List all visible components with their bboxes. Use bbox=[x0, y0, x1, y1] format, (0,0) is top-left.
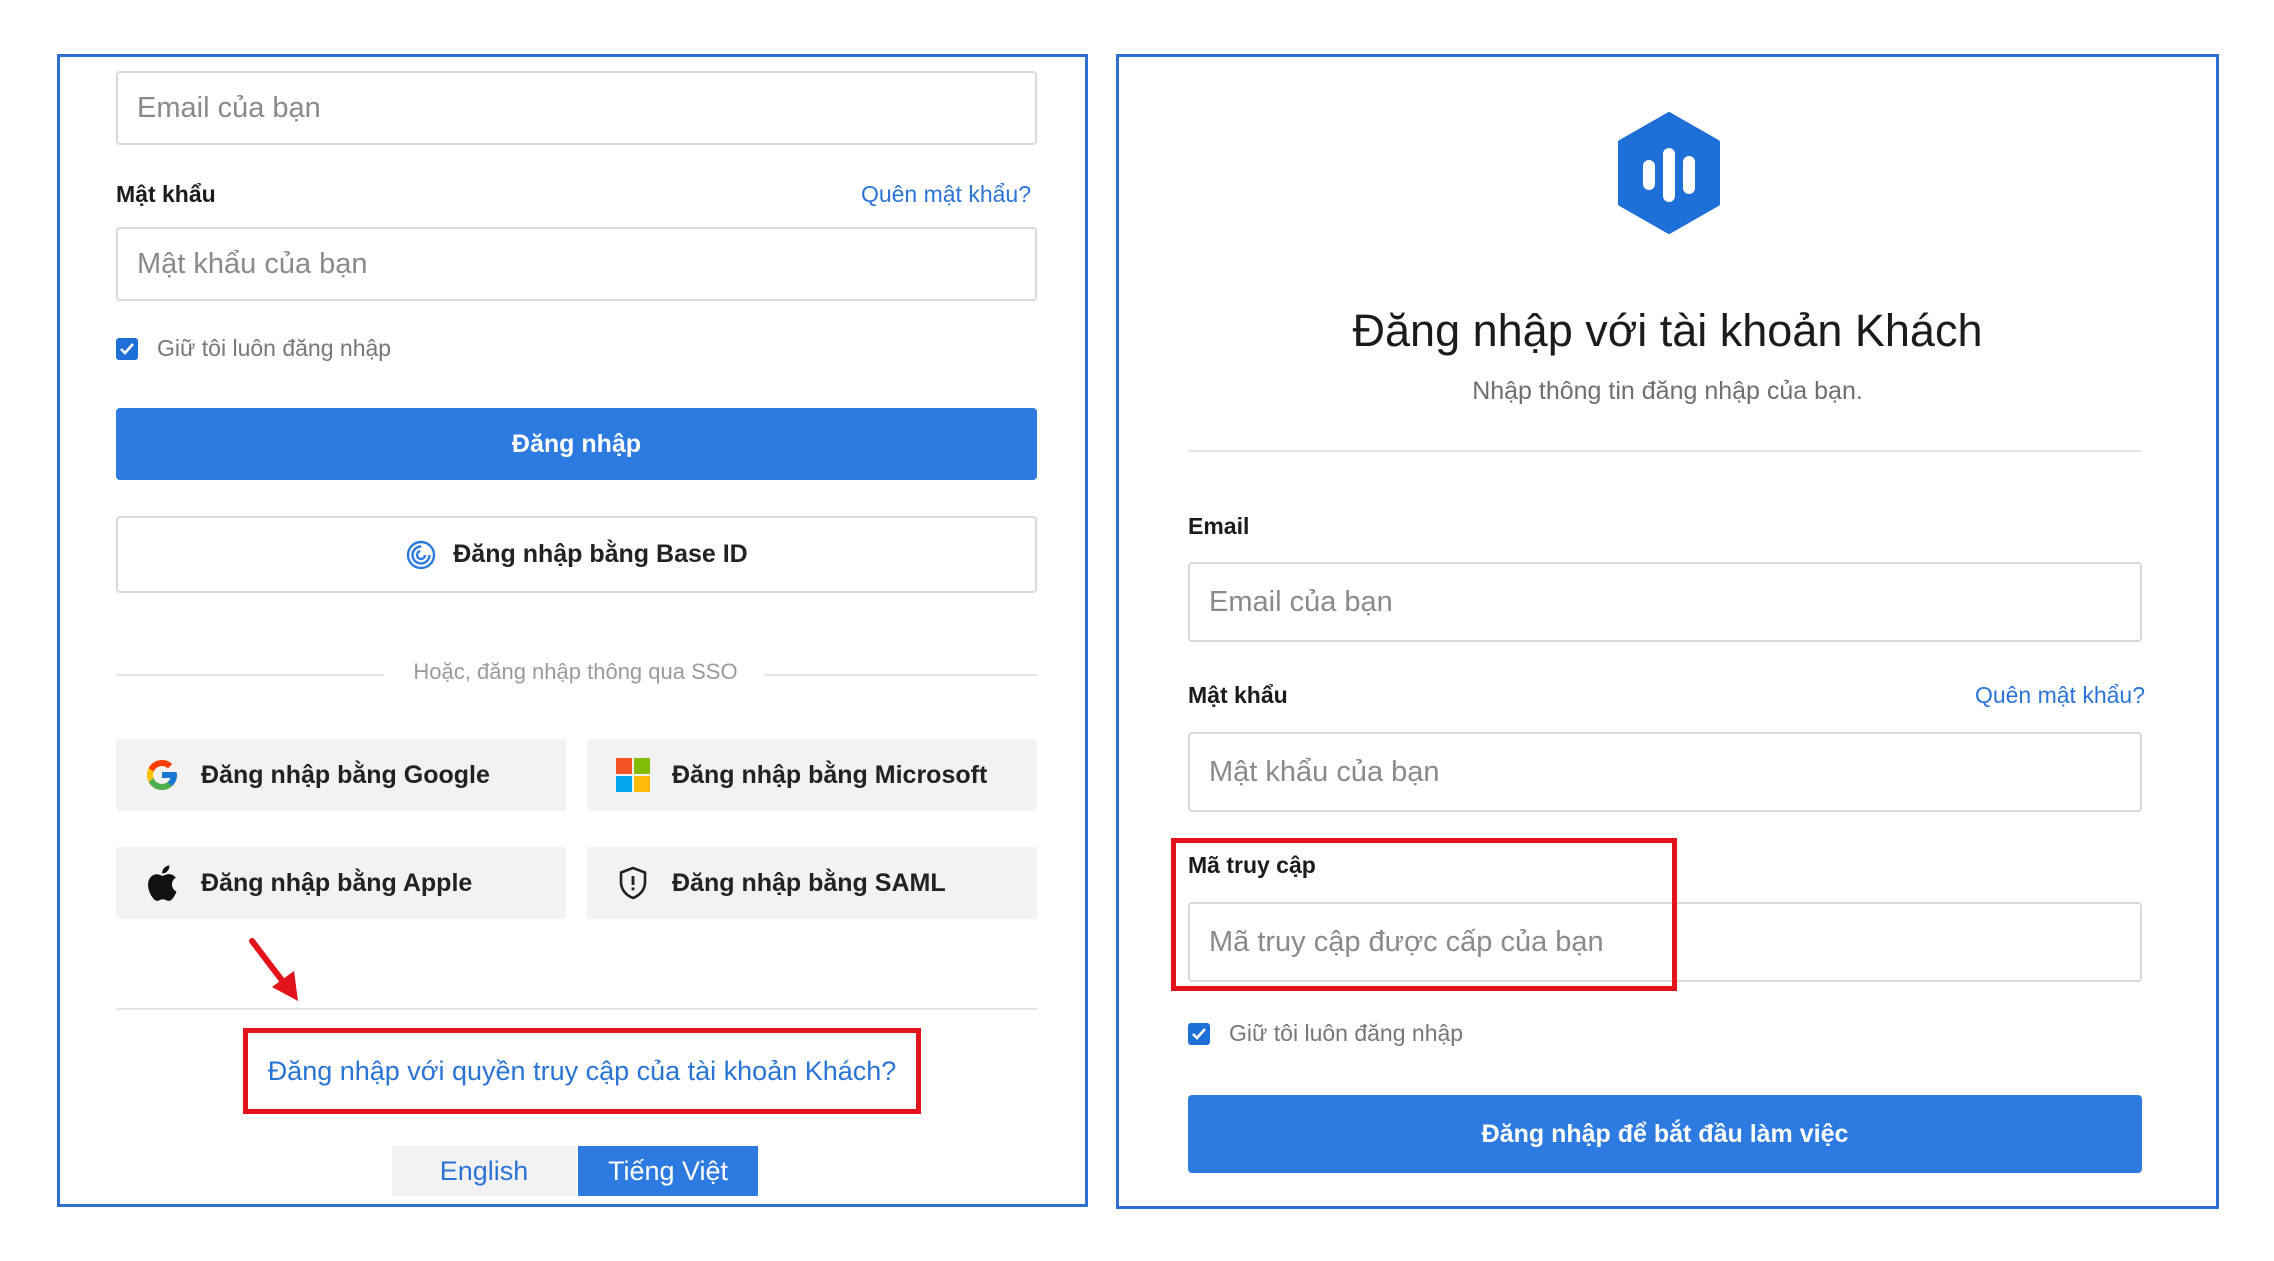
apple-login-button[interactable]: Đăng nhập bằng Apple bbox=[116, 847, 566, 919]
sso-divider-right bbox=[764, 674, 1037, 676]
guest-email-input[interactable]: Email của bạn bbox=[1188, 562, 2142, 642]
guest-remember-me-checkbox[interactable] bbox=[1188, 1022, 1210, 1045]
password-label: Mật khẩu bbox=[1188, 682, 1288, 708]
apple-login-label: Đăng nhập bằng Apple bbox=[201, 868, 473, 897]
check-icon bbox=[120, 342, 134, 355]
access-code-highlight bbox=[1171, 838, 1677, 991]
guest-login-title: Đăng nhập với tài khoản Khách bbox=[1352, 305, 1983, 356]
guest-login-link[interactable]: Đăng nhập với quyền truy cập của tài kho… bbox=[243, 1028, 921, 1114]
check-icon bbox=[1192, 1027, 1206, 1040]
guest-remember-me-row[interactable]: Giữ tôi luôn đăng nhập bbox=[1188, 1020, 1463, 1047]
red-arrow-icon bbox=[248, 937, 302, 1010]
guest-remember-me-label: Giữ tôi luôn đăng nhập bbox=[1229, 1020, 1464, 1046]
password-input[interactable]: Mật khẩu của bạn bbox=[116, 227, 1037, 301]
guest-password-input[interactable]: Mật khẩu của bạn bbox=[1188, 732, 2142, 812]
microsoft-logo-icon bbox=[614, 756, 652, 794]
shield-icon bbox=[614, 864, 652, 902]
saml-login-button[interactable]: Đăng nhập bằng SAML bbox=[587, 847, 1037, 919]
language-vietnamese-button[interactable]: Tiếng Việt bbox=[578, 1146, 758, 1196]
remember-me-row[interactable]: Giữ tôi luôn đăng nhập bbox=[116, 335, 391, 362]
email-label: Email bbox=[1188, 513, 1250, 539]
google-logo-icon bbox=[143, 756, 181, 794]
base-logo-icon bbox=[1616, 112, 1722, 239]
guest-submit-button[interactable]: Đăng nhập để bắt đầu làm việc bbox=[1188, 1095, 2142, 1173]
bottom-divider bbox=[116, 1008, 1037, 1010]
forgot-password-link[interactable]: Quên mật khẩu? bbox=[1975, 682, 2145, 709]
password-label: Mật khẩu bbox=[116, 181, 216, 207]
google-login-label: Đăng nhập bằng Google bbox=[201, 760, 490, 789]
standard-login-panel: Email của bạn Mật khẩu Quên mật khẩu? Mậ… bbox=[57, 54, 1088, 1207]
fingerprint-icon bbox=[405, 539, 437, 571]
header-divider bbox=[1188, 450, 2142, 452]
base-id-login-button[interactable]: Đăng nhập bằng Base ID bbox=[116, 516, 1037, 593]
saml-login-label: Đăng nhập bằng SAML bbox=[672, 868, 946, 897]
google-login-button[interactable]: Đăng nhập bằng Google bbox=[116, 739, 566, 811]
base-id-label: Đăng nhập bằng Base ID bbox=[453, 540, 748, 568]
microsoft-login-button[interactable]: Đăng nhập bằng Microsoft bbox=[587, 739, 1037, 811]
language-english-button[interactable]: English bbox=[392, 1146, 576, 1196]
email-input[interactable]: Email của bạn bbox=[116, 71, 1037, 145]
guest-login-panel: Đăng nhập với tài khoản Khách Nhập thông… bbox=[1116, 54, 2219, 1209]
sso-divider-text: Hoặc, đăng nhập thông qua SSO bbox=[413, 659, 738, 684]
remember-me-checkbox[interactable] bbox=[116, 337, 138, 360]
apple-logo-icon bbox=[143, 864, 181, 902]
guest-login-subtitle: Nhập thông tin đăng nhập của bạn. bbox=[1472, 377, 1863, 405]
forgot-password-link[interactable]: Quên mật khẩu? bbox=[861, 181, 1031, 208]
login-button[interactable]: Đăng nhập bbox=[116, 408, 1037, 480]
microsoft-login-label: Đăng nhập bằng Microsoft bbox=[672, 760, 988, 789]
remember-me-label: Giữ tôi luôn đăng nhập bbox=[157, 335, 392, 361]
